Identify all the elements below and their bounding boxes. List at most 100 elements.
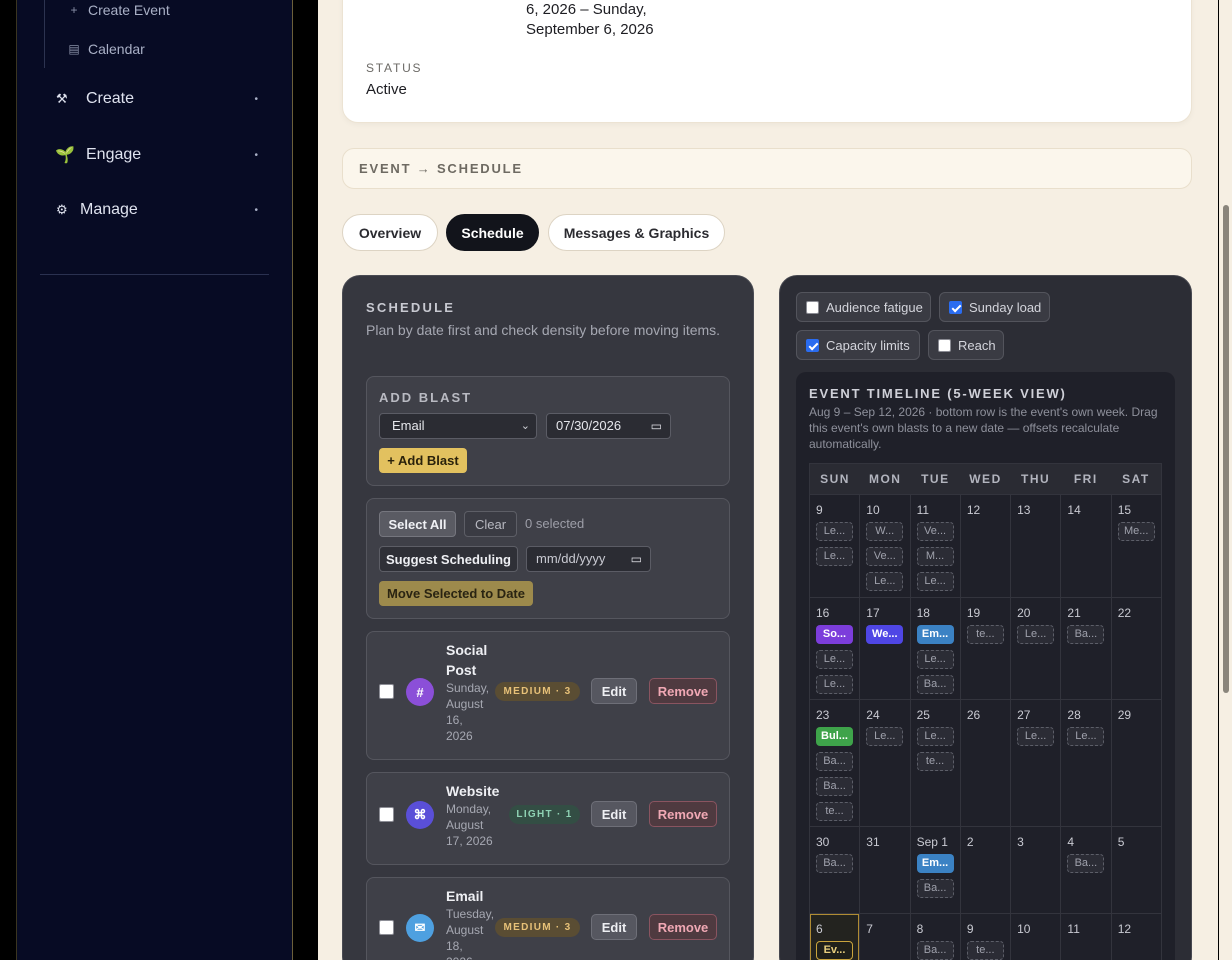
calendar-day[interactable]: 21 Ba...: [1060, 598, 1110, 699]
toggle-checkbox[interactable]: [806, 300, 819, 314]
blast-chip[interactable]: Le...: [1067, 727, 1105, 746]
channel-select[interactable]: Email ⌄: [379, 413, 537, 439]
select-all-button[interactable]: Select All: [379, 511, 456, 537]
blast-date-input[interactable]: 07/30/2026 ▭: [546, 413, 671, 439]
calendar-day[interactable]: 5: [1110, 827, 1161, 913]
calendar-day[interactable]: 27 Le...: [1010, 700, 1060, 826]
edit-button[interactable]: Edit: [591, 914, 637, 940]
blast-chip[interactable]: te...: [816, 802, 853, 821]
calendar-day[interactable]: 17 We...: [859, 598, 909, 699]
calendar-day[interactable]: 4 Ba...: [1060, 827, 1110, 913]
edit-button[interactable]: Edit: [591, 801, 637, 827]
blast-chip[interactable]: Le...: [816, 675, 853, 694]
calendar-day[interactable]: 9 Le... Le...: [810, 495, 859, 597]
blast-chip[interactable]: Le...: [816, 522, 853, 541]
blast-chip-own[interactable]: Em...: [916, 625, 954, 644]
blast-chip[interactable]: Le...: [916, 727, 954, 746]
blast-chip-own[interactable]: We...: [866, 625, 904, 644]
calendar-day[interactable]: 24 Le...: [859, 700, 909, 826]
toggle-capacity-limits[interactable]: Capacity limits: [796, 330, 920, 360]
blast-item-checkbox[interactable]: [379, 807, 394, 822]
calendar-day[interactable]: 31: [859, 827, 909, 913]
calendar-day[interactable]: 2: [959, 827, 1010, 913]
blast-chip[interactable]: Le...: [1017, 625, 1055, 644]
calendar-day[interactable]: 9 te...: [959, 914, 1010, 960]
blast-item-checkbox[interactable]: [379, 920, 394, 935]
blast-chip-own[interactable]: Ev...: [816, 941, 853, 960]
remove-button[interactable]: Remove: [649, 914, 717, 940]
calendar-day[interactable]: Sep 1 Em... Ba...: [909, 827, 960, 913]
calendar-day[interactable]: 23 Bul... Ba... Ba... te...: [810, 700, 859, 826]
blast-chip[interactable]: Le...: [1017, 727, 1055, 746]
toggle-sunday-load[interactable]: Sunday load: [939, 292, 1050, 322]
blast-chip[interactable]: Le...: [916, 650, 954, 669]
calendar-icon[interactable]: ▭: [631, 547, 642, 571]
blast-chip[interactable]: Le...: [816, 547, 853, 566]
toggle-checkbox[interactable]: [949, 300, 962, 314]
tab-schedule[interactable]: Schedule: [446, 214, 539, 251]
calendar-day[interactable]: 29: [1110, 700, 1161, 826]
calendar-day[interactable]: 20 Le...: [1010, 598, 1060, 699]
calendar-day[interactable]: 25 Le... te...: [909, 700, 960, 826]
blast-chip[interactable]: te...: [966, 625, 1004, 644]
calendar-day[interactable]: 8 Ba...: [909, 914, 960, 960]
calendar-day[interactable]: 11: [1060, 914, 1110, 960]
blast-chip[interactable]: Ba...: [916, 941, 954, 960]
blast-chip[interactable]: Ba...: [1067, 625, 1105, 644]
scrollbar-thumb[interactable]: [1223, 205, 1229, 693]
blast-chip[interactable]: Ba...: [816, 752, 853, 771]
sidebar-item-engage[interactable]: 🌱 Engage •: [40, 145, 258, 165]
blast-chip[interactable]: Ve...: [866, 547, 904, 566]
tab-overview[interactable]: Overview: [342, 214, 438, 251]
blast-chip[interactable]: Le...: [866, 727, 904, 746]
calendar-day[interactable]: 30 Ba...: [810, 827, 859, 913]
move-date-input[interactable]: mm/dd/yyyy ▭: [526, 546, 651, 572]
toggle-checkbox[interactable]: [806, 338, 819, 352]
blast-chip[interactable]: Ba...: [916, 675, 954, 694]
calendar-day[interactable]: 14: [1060, 495, 1110, 597]
toggle-checkbox[interactable]: [938, 338, 951, 352]
blast-chip[interactable]: Ba...: [1067, 854, 1105, 873]
calendar-day-event[interactable]: 6 Ev...: [810, 914, 860, 960]
toggle-reach[interactable]: Reach: [928, 330, 1004, 360]
blast-chip-own[interactable]: So...: [816, 625, 853, 644]
calendar-day[interactable]: 12: [1110, 914, 1161, 960]
calendar-icon[interactable]: ▭: [651, 414, 662, 438]
blast-item-checkbox[interactable]: [379, 684, 394, 699]
calendar-day[interactable]: 10 W... Ve... Le...: [859, 495, 909, 597]
calendar-day[interactable]: 26: [959, 700, 1010, 826]
calendar-day[interactable]: 15 Me...: [1110, 495, 1161, 597]
remove-button[interactable]: Remove: [649, 678, 717, 704]
calendar-day[interactable]: 18 Em... Le... Ba...: [909, 598, 960, 699]
calendar-day[interactable]: 12: [959, 495, 1010, 597]
calendar-day[interactable]: 11 Ve... M... Le...: [909, 495, 960, 597]
edit-button[interactable]: Edit: [591, 678, 637, 704]
sidebar-item-create[interactable]: ⚒ Create •: [40, 90, 258, 108]
blast-chip[interactable]: Ba...: [816, 777, 853, 796]
blast-chip[interactable]: te...: [966, 941, 1004, 960]
remove-button[interactable]: Remove: [649, 801, 717, 827]
sidebar-item-manage[interactable]: ⚙ Manage •: [40, 201, 258, 219]
blast-chip[interactable]: M...: [916, 547, 954, 566]
sidebar-subitem-create-event[interactable]: + Create Event: [68, 2, 169, 18]
calendar-day[interactable]: 7: [859, 914, 909, 960]
calendar-day[interactable]: 16 So... Le... Le...: [810, 598, 859, 699]
calendar-day[interactable]: 10: [1010, 914, 1060, 960]
calendar-day[interactable]: 19 te...: [959, 598, 1010, 699]
blast-chip-own[interactable]: Bul...: [816, 727, 853, 746]
blast-chip[interactable]: Le...: [916, 572, 954, 591]
clear-button[interactable]: Clear: [464, 511, 517, 537]
calendar-day[interactable]: 22: [1110, 598, 1161, 699]
blast-chip[interactable]: Ve...: [916, 522, 954, 541]
toggle-audience-fatigue[interactable]: Audience fatigue: [796, 292, 931, 322]
tab-messages-graphics[interactable]: Messages & Graphics: [548, 214, 725, 251]
blast-chip[interactable]: te...: [916, 752, 954, 771]
calendar-day[interactable]: 28 Le...: [1060, 700, 1110, 826]
blast-chip[interactable]: Le...: [816, 650, 853, 669]
calendar-day[interactable]: 13: [1010, 495, 1060, 597]
calendar-day[interactable]: 3: [1010, 827, 1060, 913]
move-selected-button[interactable]: Move Selected to Date: [379, 581, 533, 606]
blast-chip[interactable]: W...: [866, 522, 904, 541]
blast-chip[interactable]: Ba...: [916, 879, 954, 898]
suggest-scheduling-button[interactable]: Suggest Scheduling: [379, 546, 518, 572]
